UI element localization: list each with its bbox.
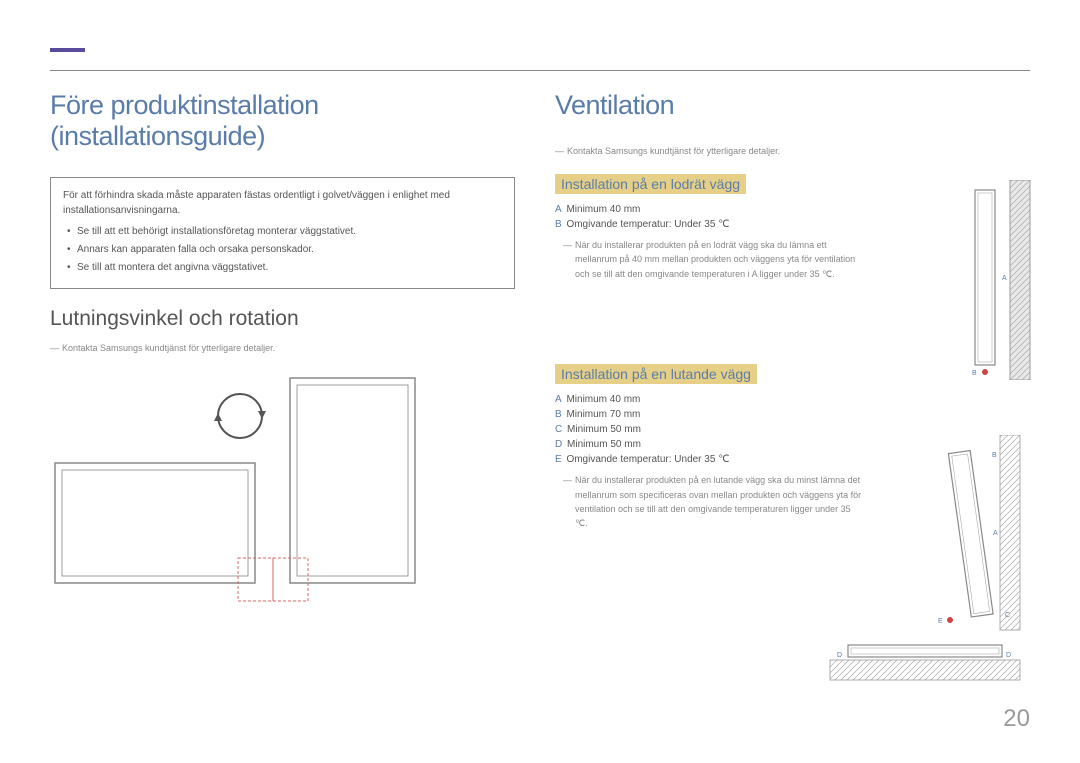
header-rule xyxy=(50,70,1030,71)
spec-text: Omgivande temperatur: Under 35 ℃ xyxy=(566,454,729,465)
spec-label: D xyxy=(555,439,562,450)
page-number: 20 xyxy=(1003,705,1030,733)
slanted-wall-diagram: B A C E D D xyxy=(810,435,1040,700)
warning-box: För att förhindra skada måste apparaten … xyxy=(50,177,515,289)
svg-text:B: B xyxy=(992,452,997,459)
spec-label: A xyxy=(555,204,562,215)
main-heading-left: Före produktinstallation (installationsg… xyxy=(50,90,515,152)
spec-label: E xyxy=(555,454,562,465)
warning-item: Se till att ett behörigt installationsfö… xyxy=(63,224,502,239)
note-vertical: När du installerar produkten på en lodrä… xyxy=(555,238,865,281)
spec-label: C xyxy=(555,424,562,435)
spec-text: Minimum 50 mm xyxy=(567,424,641,435)
left-column: Före produktinstallation (installationsg… xyxy=(50,90,515,618)
warning-item: Se till att montera det angivna väggstat… xyxy=(63,260,502,275)
spec-text: Minimum 50 mm xyxy=(567,439,641,450)
vertical-wall-diagram: wall A B xyxy=(940,180,1040,385)
spec-text: Minimum 70 mm xyxy=(566,409,640,420)
svg-text:D: D xyxy=(837,652,842,659)
svg-text:E: E xyxy=(938,618,943,625)
spec-label: B xyxy=(555,219,562,230)
warning-item: Annars kan apparaten falla och orsaka pe… xyxy=(63,242,502,257)
spec-label: B xyxy=(555,409,562,420)
label-a: A xyxy=(1002,275,1007,282)
main-heading-right: Ventilation xyxy=(555,90,1030,121)
footnote-left: Kontakta Samsungs kundtjänst för ytterli… xyxy=(50,343,515,353)
warning-text: För att förhindra skada måste apparaten … xyxy=(63,188,502,218)
svg-text:A: A xyxy=(993,530,998,537)
label-b: B xyxy=(972,370,977,377)
spec-text: Minimum 40 mm xyxy=(566,204,640,215)
rotation-diagram xyxy=(50,373,515,618)
subheading-vertical-wall: Installation på en lodrät vägg xyxy=(555,174,746,194)
header-accent xyxy=(50,48,85,52)
footnote-right: Kontakta Samsungs kundtjänst för ytterli… xyxy=(555,146,1030,156)
spec-label: A xyxy=(555,394,562,405)
spec-text: Omgivande temperatur: Under 35 ℃ xyxy=(566,219,729,230)
svg-text:D: D xyxy=(1006,652,1011,659)
subheading-slanted-wall: Installation på en lutande vägg xyxy=(555,364,757,384)
spec-text: Minimum 40 mm xyxy=(566,394,640,405)
subheading-rotation: Lutningsvinkel och rotation xyxy=(50,307,515,331)
right-column: Ventilation Kontakta Samsungs kundtjänst… xyxy=(555,90,1030,618)
svg-text:C: C xyxy=(1005,612,1010,619)
